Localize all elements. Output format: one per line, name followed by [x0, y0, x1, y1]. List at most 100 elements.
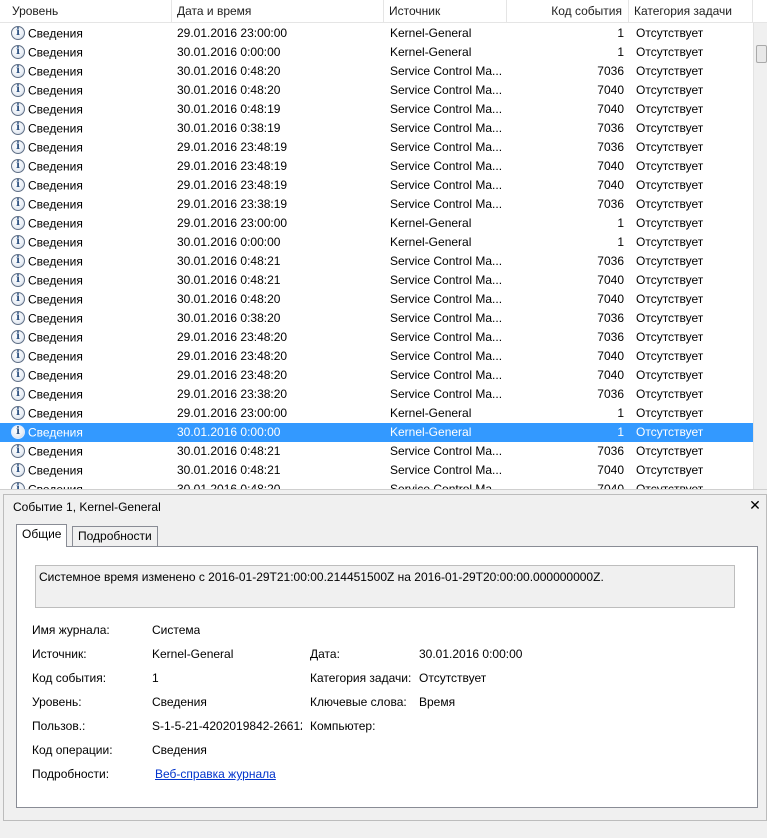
table-row[interactable]: i Сведения 29.01.2016 23:48:20 Service Cont…: [0, 328, 753, 347]
event-message[interactable]: Системное время изменено с 2016-01-29T21…: [35, 565, 735, 608]
table-row[interactable]: i Сведения 30.01.2016 0:48:21 Service Contr…: [0, 271, 753, 290]
task-category-cell: Отсутствует: [636, 463, 704, 477]
table-row[interactable]: iСведения 30.01.2016 0:48:20 Service Contr…: [0, 290, 753, 309]
level-cell: iСведения: [11, 81, 171, 100]
table-row[interactable]: i Сведения 29.01.2016 23:48:19 Service Cont…: [0, 138, 753, 157]
task-category-cell: Отсутствует: [636, 178, 704, 192]
source-cell: Service Control Ma...: [390, 102, 503, 116]
table-row[interactable]: i Сведения 30.01.2016 0:00:00 Kernel-Genera…: [0, 233, 753, 252]
task-category-cell: Отсутствует: [636, 292, 704, 306]
level-cell: iСведения: [11, 62, 171, 81]
table-row[interactable]: i Сведения 29.01.2016 23:48:20 Service Cont…: [0, 347, 753, 366]
datetime-cell: 30.01.2016 0:48:21: [177, 444, 281, 458]
general-tab-panel: Системное время изменено с 2016-01-29T21…: [16, 546, 758, 808]
task-category-cell: Отсутствует: [636, 45, 704, 59]
task-category-value[interactable]: Отсутствует: [419, 671, 486, 685]
level-value[interactable]: Сведения: [152, 695, 207, 709]
information-icon: i: [11, 215, 25, 230]
event-code-value[interactable]: 1: [152, 671, 159, 685]
event-code-cell: 7036: [597, 387, 624, 401]
table-row[interactable]: i Сведения 30.01.2016 0:48:21 Service Contr…: [0, 252, 753, 271]
table-row[interactable]: i Сведения 29.01.2016 23:00:00 Kernel-Gener…: [0, 404, 753, 423]
event-code-cell: 7040: [597, 102, 624, 116]
task-category-cell: Отсутствует: [636, 254, 704, 268]
level-text: Сведения: [28, 159, 83, 174]
event-code-cell: 7040: [597, 83, 624, 97]
information-icon: i: [11, 310, 25, 325]
table-row[interactable]: i Сведения 30.01.2016 0:38:20 Service Contr…: [0, 309, 753, 328]
level-text: Сведения: [28, 463, 83, 478]
level-text: Сведения: [28, 406, 83, 421]
table-row[interactable]: iСведения 30.01.2016 0:48:20 Service Contr…: [0, 480, 753, 489]
source-cell: Service Control Ma...: [390, 159, 503, 173]
source-value[interactable]: Kernel-General: [152, 647, 233, 661]
event-code-cell: 7036: [597, 140, 624, 154]
event-code-cell: 7036: [597, 311, 624, 325]
source-cell: Service Control Ma...: [390, 330, 503, 344]
table-row[interactable]: i Сведения 30.01.2016 0:38:19 Service Contr…: [0, 119, 753, 138]
close-icon[interactable]: ✕: [748, 498, 762, 512]
level-cell: iСведения: [11, 252, 171, 271]
event-code-cell: 7036: [597, 444, 624, 458]
event-list[interactable]: Уровень Дата и время Источник Код событи…: [0, 0, 767, 489]
information-icon: i: [11, 405, 25, 420]
table-row[interactable]: iСведения 30.01.2016 0:48:20 Service Contr…: [0, 81, 753, 100]
event-code-cell: 7040: [597, 178, 624, 192]
vertical-scrollbar[interactable]: [753, 23, 767, 489]
table-row[interactable]: i Сведения 29.01.2016 23:48:19 Service Cont…: [0, 176, 753, 195]
opcode-value[interactable]: Сведения: [152, 743, 207, 757]
source-cell: Service Control Ma...: [390, 349, 503, 363]
column-header-event-code[interactable]: Код события: [507, 0, 629, 22]
scrollbar-thumb[interactable]: [756, 45, 767, 63]
table-row[interactable]: iСведения 30.01.2016 0:48:20 Service Contr…: [0, 62, 753, 81]
task-category-cell: Отсутствует: [636, 102, 704, 116]
table-row[interactable]: i Сведения 30.01.2016 0:48:21 Service Contr…: [0, 461, 753, 480]
datetime-cell: 29.01.2016 23:48:19: [177, 140, 288, 154]
table-row[interactable]: i Сведения 30.01.2016 0:48:21 Service Contr…: [0, 442, 753, 461]
table-row[interactable]: i Сведения 29.01.2016 23:00:00 Kernel-Gener…: [0, 214, 753, 233]
column-header-task-category[interactable]: Категория задачи: [629, 0, 753, 22]
log-help-link[interactable]: Веб-справка журнала: [155, 767, 276, 781]
table-row[interactable]: i Сведения 30.01.2016 0:00:00 Kernel-Genera…: [0, 43, 753, 62]
datetime-cell: 30.01.2016 0:38:20: [177, 311, 281, 325]
level-text: Сведения: [28, 235, 83, 250]
table-row[interactable]: i Сведения 29.01.2016 23:00:00 Kernel-Gener…: [0, 24, 753, 43]
source-cell: Service Control Ma...: [390, 292, 503, 306]
level-cell: iСведения: [11, 233, 171, 252]
column-header-datetime[interactable]: Дата и время: [172, 0, 384, 22]
keywords-value[interactable]: Время: [419, 695, 455, 709]
user-value[interactable]: S-1-5-21-4202019842-266123: [152, 719, 302, 733]
datetime-cell: 29.01.2016 23:38:20: [177, 387, 288, 401]
date-value[interactable]: 30.01.2016 0:00:00: [419, 647, 522, 661]
table-row[interactable]: i Сведения 29.01.2016 23:38:19 Service Cont…: [0, 195, 753, 214]
source-cell: Service Control Ma...: [390, 83, 503, 97]
event-code-cell: 7036: [597, 254, 624, 268]
table-row[interactable]: i Сведения 29.01.2016 23:38:20 Service Cont…: [0, 385, 753, 404]
datetime-cell: 30.01.2016 0:00:00: [177, 45, 281, 59]
task-category-cell: Отсутствует: [636, 273, 704, 287]
information-icon: i: [11, 481, 25, 489]
table-row[interactable]: i Сведения 29.01.2016 23:48:19 Service Cont…: [0, 157, 753, 176]
source-cell: Kernel-General: [390, 406, 472, 420]
tab-general[interactable]: Общие: [16, 524, 68, 547]
column-header-source[interactable]: Источник: [384, 0, 507, 22]
table-row[interactable]: i Сведения 30.01.2016 0:00:00 Kernel-Genera…: [0, 423, 753, 442]
level-cell: iСведения: [11, 290, 171, 309]
source-cell: Kernel-General: [390, 425, 472, 439]
level-cell: iСведения: [11, 423, 171, 442]
information-icon: i: [11, 348, 25, 363]
level-cell: iСведения: [11, 119, 171, 138]
event-code-cell: 7040: [597, 159, 624, 173]
column-header-level[interactable]: Уровень: [7, 0, 172, 22]
log-name-value[interactable]: Система: [152, 623, 200, 637]
source-cell: Service Control Ma...: [390, 197, 503, 211]
level-cell: iСведения: [11, 328, 171, 347]
table-row[interactable]: i Сведения 29.01.2016 23:48:20 Service Cont…: [0, 366, 753, 385]
level-text: Сведения: [28, 425, 83, 440]
tab-details[interactable]: Подробности: [72, 526, 158, 546]
event-code-cell: 7040: [597, 349, 624, 363]
information-icon: i: [11, 158, 25, 173]
source-cell: Service Control Ma...: [390, 311, 503, 325]
datetime-cell: 30.01.2016 0:38:19: [177, 121, 281, 135]
table-row[interactable]: i Сведения 30.01.2016 0:48:19 Service Contr…: [0, 100, 753, 119]
